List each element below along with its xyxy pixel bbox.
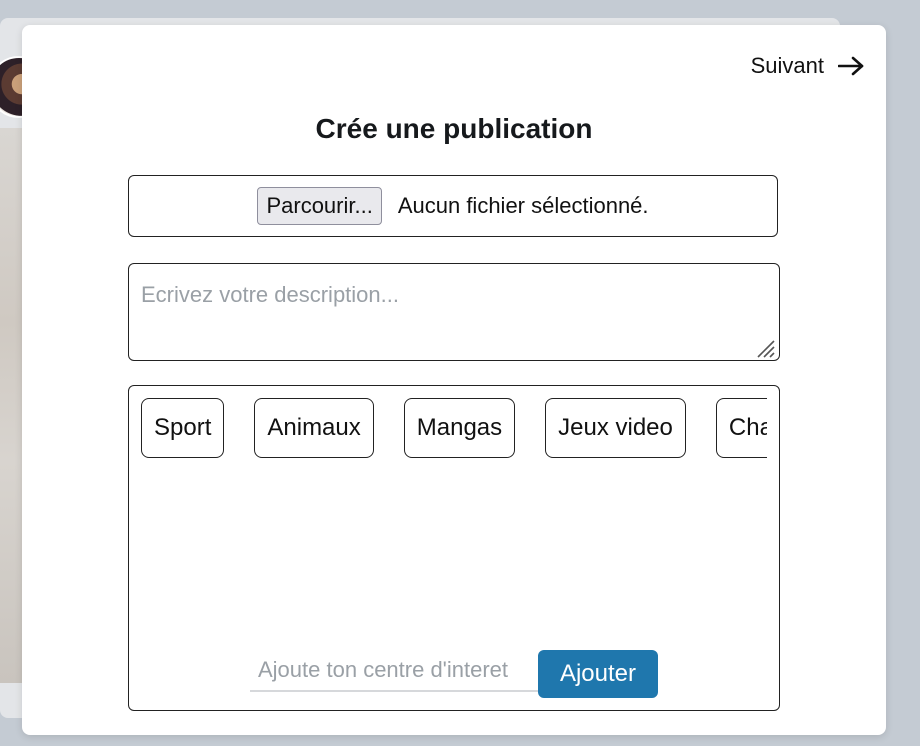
page-title: Crée une publication [315,113,593,144]
next-button-label: Suivant [750,53,824,78]
browse-button[interactable]: Parcourir... [257,187,382,225]
interest-chip-list: Sport Animaux Mangas Jeux video Cha [141,398,767,460]
resize-handle-icon[interactable] [754,337,776,359]
add-interest-button[interactable]: Ajouter [538,650,658,698]
create-post-modal: Suivant Crée une publication Parcourir..… [22,25,886,735]
interest-chip[interactable]: Jeux video [545,398,686,458]
interests-panel: Sport Animaux Mangas Jeux video Cha Ajou… [128,385,780,711]
interest-chip[interactable]: Sport [141,398,225,458]
interest-chip[interactable]: Animaux [254,398,374,458]
interest-input[interactable] [250,650,540,692]
interest-chip[interactable]: Mangas [403,398,516,458]
file-status-text: Aucun fichier sélectionné. [397,193,649,218]
file-upload-field: Parcourir... Aucun fichier sélectionné. [128,175,778,237]
arrow-right-icon [838,56,864,76]
description-textarea[interactable] [128,263,780,361]
interest-chip[interactable]: Cha [715,398,767,458]
next-button[interactable]: Suivant [751,53,864,79]
